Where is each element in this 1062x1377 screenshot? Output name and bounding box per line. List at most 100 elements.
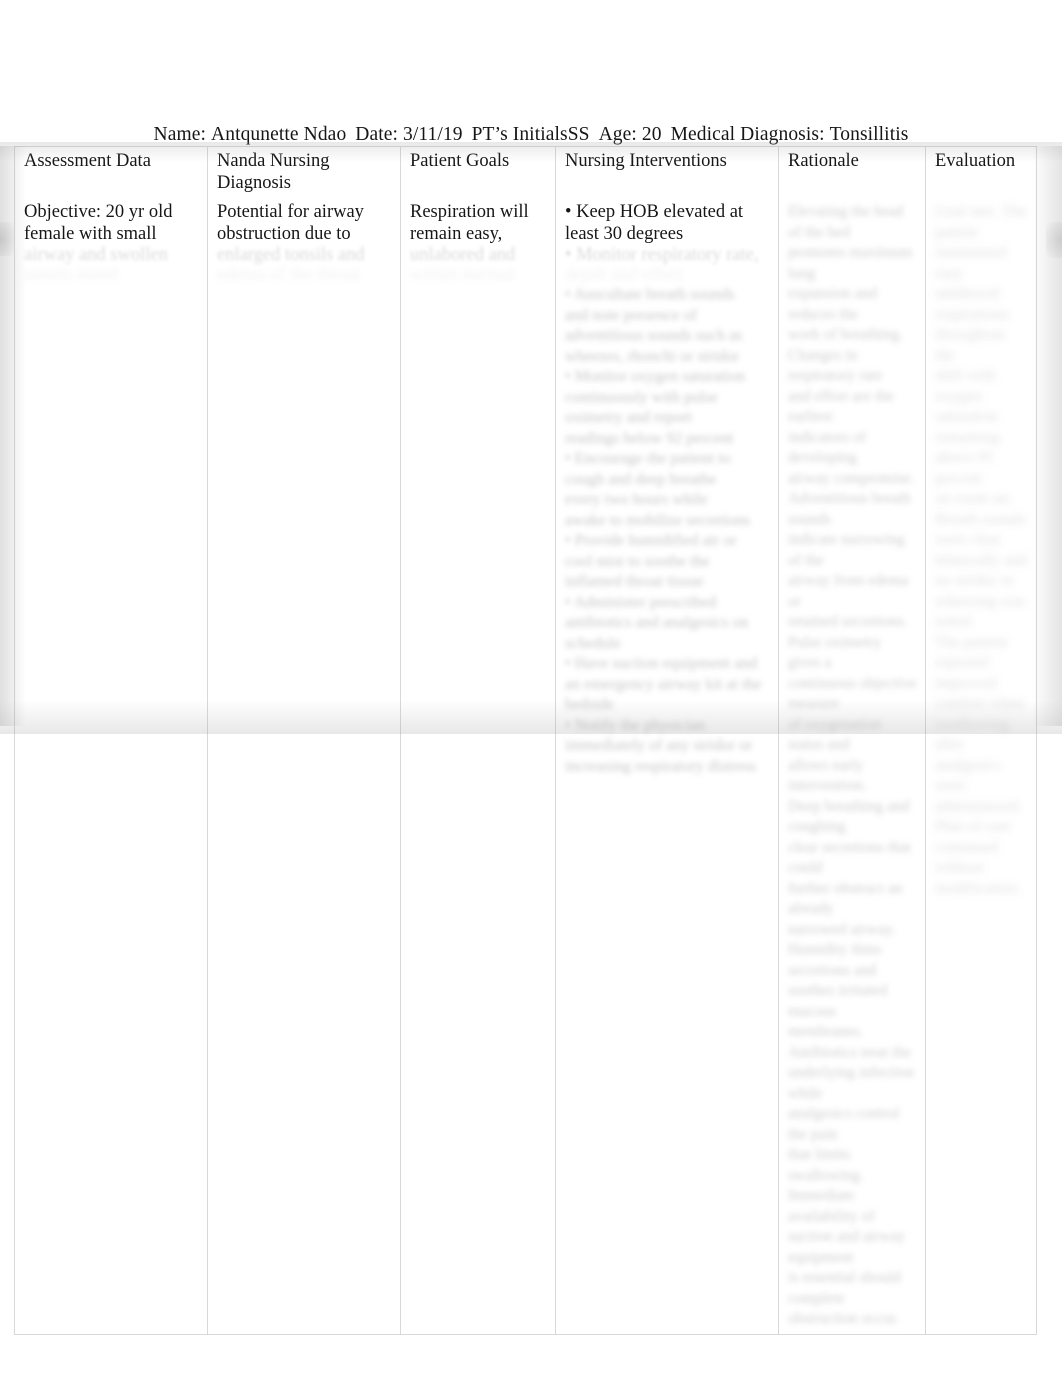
blurred-text-line: immediately of any stridor or: [565, 737, 753, 754]
blurred-text-line: Antibiotics treat the: [788, 1043, 912, 1061]
blurred-text-line: • Administer prescribed: [565, 593, 717, 611]
blurred-text-line: continuously with pulse: [565, 388, 718, 406]
blurred-text-line: of oxygenation status and: [788, 715, 882, 754]
assessment-line-4-faded: tonsils noted: [24, 265, 119, 285]
cell-nursing-interventions: • Keep HOB elevated at least 30 degrees …: [555, 198, 779, 1335]
age-label: Age:: [598, 124, 637, 145]
blurred-text-line: narrowed airway.: [788, 920, 896, 938]
rationale-blurred-body: Elevating the head of the bed promotes ma…: [788, 202, 917, 1330]
cell-patient-goals: Respiration will remain easy, unlabored …: [400, 198, 556, 1335]
table-row: Objective: 20 yr old female with small a…: [14, 198, 1037, 1335]
intervention-blurred-body: • Auscultate breath sounds and note prese…: [565, 285, 770, 777]
patient-info-header: Name: Antqunette Ndao Date: 3/11/19 PT’s Ini…: [0, 124, 1062, 146]
blurred-text-line: airway from edema or: [788, 572, 909, 610]
blurred-text-line: Elevating the head of the bed: [788, 203, 904, 241]
blurred-text-line: that limits swallowing.: [788, 1146, 864, 1184]
blurred-text-line: an emergency airway kit at the: [565, 675, 762, 693]
blurred-text-line: indicators of developing: [788, 428, 866, 467]
scan-edge-notch-right: [1046, 222, 1062, 258]
blurred-text-line: is essential should complete: [788, 1269, 901, 1307]
intervention-line-1: • Keep HOB elevated at: [565, 202, 744, 222]
blurred-text-line: • Auscultate breath sounds: [565, 286, 735, 303]
blurred-text-line: promotes maximum lung: [788, 244, 913, 282]
assessment-line-2: female with small: [24, 223, 157, 244]
column-header-patient-goals: Patient Goals: [400, 146, 556, 198]
blurred-text-line: remaining above 95 percent: [935, 428, 1000, 487]
blurred-text-line: every two hours while: [565, 491, 708, 508]
blurred-text-line: Humidity thins secretions and: [788, 941, 882, 979]
goal-line-1: Respiration will: [410, 202, 529, 222]
blurred-text-line: soothes irritated mucous: [788, 982, 888, 1020]
column-header-evaluation: Evaluation: [925, 146, 1037, 198]
diagnosis-line-4-faded: edema of the throat: [217, 265, 361, 285]
diagnosis-label: Medical Diagnosis:: [670, 124, 825, 145]
blurred-text-line: Deep breathing and coughing: [788, 797, 910, 836]
blurred-text-line: allows early intervention.: [788, 756, 867, 795]
blurred-text-line: continuous objective measure: [788, 674, 917, 713]
blurred-text-line: on room air.: [935, 490, 1013, 507]
blurred-text-line: Changes in respiratory rate: [788, 346, 883, 385]
blurred-text-line: oximetry and report: [565, 409, 693, 426]
blurred-text-line: adventitious sounds such as: [565, 327, 743, 344]
column-header-nanda-nursing-diagnosis: Nanda Nursing Diagnosis: [207, 146, 401, 198]
blurred-text-line: and note presence of: [565, 306, 697, 324]
cell-assessment-data: Objective: 20 yr old female with small a…: [14, 198, 208, 1335]
diagnosis-line-2: obstruction due to: [217, 223, 351, 244]
cell-rationale: Elevating the head of the bed promotes ma…: [778, 198, 926, 1335]
diagnosis-value: Tonsillitis: [829, 124, 909, 145]
blurred-text-line: Plan of care continued: [935, 818, 1012, 856]
column-header-label-line1: Nanda Nursing: [217, 151, 330, 171]
diagnosis-line-3-faded: enlarged tonsils and: [217, 245, 365, 265]
column-header-label: Assessment Data: [24, 151, 151, 171]
evaluation-blurred-body: Goal met. The patient maintained easy unl…: [935, 202, 1028, 899]
initials-label: PT’s Initials: [471, 124, 568, 145]
intervention-line-4-faded: depth and effort: [565, 265, 683, 285]
column-header-label: Nursing Interventions: [565, 151, 727, 171]
blurred-text-line: • Encourage the patient to: [565, 450, 731, 467]
table-header-row: Assessment Data Nanda Nursing Diagnosis …: [14, 146, 1037, 198]
blurred-text-line: cough and deep breathe: [565, 470, 717, 488]
blurred-text-line: clear secretions that could: [788, 838, 912, 877]
assessment-line-3-faded: airway and swollen: [24, 245, 168, 265]
blurred-text-line: bedside: [565, 696, 614, 713]
blurred-text-line: without modification.: [935, 859, 1021, 897]
goal-line-4-faded: within normal limits: [410, 265, 515, 285]
column-header-rationale: Rationale: [778, 146, 926, 198]
blurred-text-line: expansion and reduces the: [788, 285, 878, 323]
blurred-text-line: The patient reported: [935, 633, 1008, 672]
blurred-text-line: wheezing was noted.: [935, 592, 1026, 631]
date-label: Date:: [355, 124, 399, 145]
column-header-label: Patient Goals: [410, 151, 510, 171]
assessment-line-1: Objective: 20 yr old: [24, 202, 173, 222]
blurred-text-line: airway compromise.: [788, 469, 915, 487]
blurred-text-line: retained secretions.: [788, 613, 908, 630]
blurred-text-line: and effort are the earliest: [788, 387, 895, 426]
age-value: 20: [641, 124, 662, 145]
scan-edge-notch-left: [0, 222, 14, 256]
intervention-line-2: least 30 degrees: [565, 223, 684, 244]
name-value: Antqunette Ndao: [211, 124, 347, 145]
blurred-text-line: Breath sounds were clear: [935, 510, 1027, 549]
blurred-text-line: schedule: [565, 634, 621, 652]
blurred-text-line: maintained easy unlabored: [935, 244, 1007, 302]
blurred-text-line: wheezes, rhonchi or stridor: [565, 347, 740, 365]
care-plan-table: Assessment Data Nanda Nursing Diagnosis …: [14, 146, 1037, 1335]
blurred-text-line: Goal met. The patient: [935, 203, 1027, 241]
cell-evaluation: Goal met. The patient maintained easy unl…: [925, 198, 1037, 1335]
blurred-text-line: obstruction occur.: [788, 1310, 900, 1327]
blurred-text-line: readings below 92 percent: [565, 429, 734, 447]
blurred-text-line: antibiotics and analgesics on: [565, 614, 749, 631]
blurred-text-line: awake to mobilize secretions: [565, 511, 751, 529]
blurred-text-line: Adventitious breath sounds: [788, 490, 911, 528]
blurred-text-line: • Notify the physician: [565, 716, 706, 734]
blurred-text-line: Immediate availability of: [788, 1187, 875, 1225]
blurred-text-line: work of breathing.: [788, 326, 903, 343]
date-value: 3/11/19: [403, 124, 463, 145]
blurred-text-line: analgesics control the pain: [788, 1105, 900, 1143]
blurred-text-line: respirations throughout the: [935, 305, 1010, 364]
goal-line-2: remain easy,: [410, 223, 503, 244]
goal-line-3-faded: unlabored and: [410, 245, 516, 265]
blurred-text-line: • Monitor oxygen saturation: [565, 368, 746, 385]
blurred-text-line: cool mist to soothe the: [565, 552, 710, 570]
blurred-text-line: • Have suction equipment and: [565, 655, 758, 672]
